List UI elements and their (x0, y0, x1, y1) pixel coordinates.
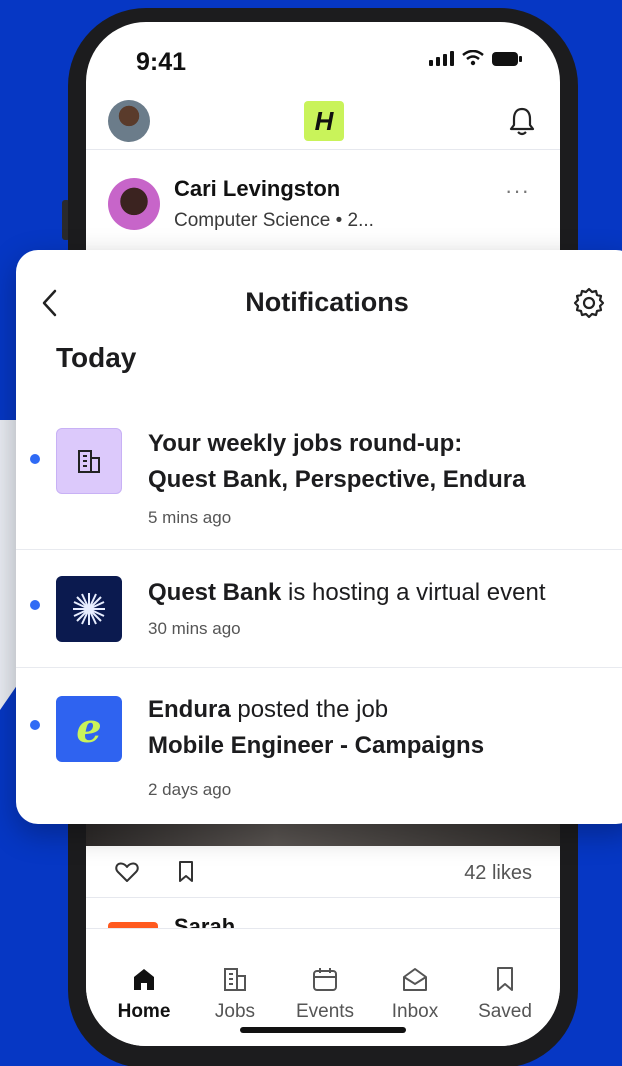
calendar-icon (313, 968, 337, 991)
notification-line1: Your weekly jobs round-up: (148, 430, 463, 457)
notifications-title: Notifications (245, 287, 409, 317)
post-actions: 42 likes (86, 848, 560, 898)
nav-inbox[interactable]: Inbox (375, 963, 455, 1023)
notification-company[interactable]: Quest Bank (148, 579, 281, 606)
nav-label-events: Events (295, 1001, 355, 1022)
unread-dot (30, 720, 40, 730)
unread-dot (30, 600, 40, 610)
status-icons (429, 50, 522, 66)
profile-avatar[interactable] (108, 100, 150, 142)
notification-text: Quest Bank is hosting a virtual event (148, 575, 546, 611)
jobs-building-icon (224, 968, 246, 991)
nav-label-jobs: Jobs (214, 1001, 256, 1022)
post-image (86, 822, 560, 846)
heart-icon[interactable] (114, 860, 140, 884)
unread-dot (30, 454, 40, 464)
nav-home[interactable]: Home (104, 963, 184, 1023)
handshake-logo[interactable]: H (304, 101, 344, 141)
feed-card[interactable]: Cari Levingston Computer Science • 2... … (86, 172, 560, 262)
notification-company[interactable]: Endura (148, 696, 231, 723)
cellular-signal-icon (429, 50, 454, 66)
notification-item-quest-bank-event[interactable]: Quest Bank is hosting a virtual event 30… (16, 550, 622, 668)
notifications-panel: Notifications Today Your weekly jobs rou… (16, 250, 622, 824)
notification-time: 2 days ago (148, 780, 232, 799)
notification-job-title[interactable]: Mobile Engineer - Campaigns (148, 728, 484, 764)
status-time: 9:41 (136, 48, 187, 76)
notification-message: is hosting a virtual event (281, 579, 546, 606)
more-options-icon[interactable]: ··· (505, 178, 530, 204)
likes-count[interactable]: 42 likes (464, 862, 532, 885)
notification-time: 30 mins ago (148, 619, 241, 638)
author-name[interactable]: Cari Levingston (174, 176, 340, 202)
section-today: Today (56, 342, 137, 373)
notification-line2: Quest Bank, Perspective, Endura (148, 466, 526, 493)
battery-icon (492, 52, 522, 66)
status-bar: 9:41 (86, 22, 560, 92)
endura-logo: e (56, 696, 122, 762)
inbox-icon (403, 968, 427, 991)
notification-item-jobs-roundup[interactable]: Your weekly jobs round-up: Quest Bank, P… (16, 400, 622, 550)
wifi-icon (462, 50, 484, 66)
next-post-name: Sarah (174, 914, 236, 928)
author-subtitle: Computer Science • 2... (174, 210, 374, 231)
bookmark-icon[interactable] (176, 860, 196, 884)
nav-jobs[interactable]: Jobs (195, 963, 275, 1023)
app-header: H (86, 100, 560, 150)
nav-events[interactable]: Events (285, 963, 365, 1023)
nav-label-saved: Saved (478, 1001, 532, 1022)
notification-item-endura-job[interactable]: e Endura posted the job Mobile Engineer … (16, 668, 622, 824)
notifications-header: Notifications (16, 250, 622, 344)
notification-text: Endura posted the job Mobile Engineer - … (148, 692, 484, 764)
nav-saved[interactable]: Saved (465, 963, 545, 1023)
gear-icon[interactable] (572, 286, 606, 320)
building-icon (56, 428, 122, 494)
endura-logo-letter: e (76, 705, 102, 752)
notification-message: posted the job (230, 696, 389, 723)
notification-time: 5 mins ago (148, 508, 232, 527)
nav-label-inbox: Inbox (391, 1001, 439, 1022)
quest-bank-logo (56, 576, 122, 642)
nav-label-home: Home (117, 1001, 171, 1022)
home-indicator[interactable] (240, 1027, 406, 1033)
bell-icon[interactable] (508, 106, 536, 136)
home-icon (134, 969, 154, 990)
author-avatar[interactable] (108, 178, 160, 230)
bookmark-icon (497, 967, 513, 991)
notification-text: Your weekly jobs round-up: Quest Bank, P… (148, 426, 525, 498)
